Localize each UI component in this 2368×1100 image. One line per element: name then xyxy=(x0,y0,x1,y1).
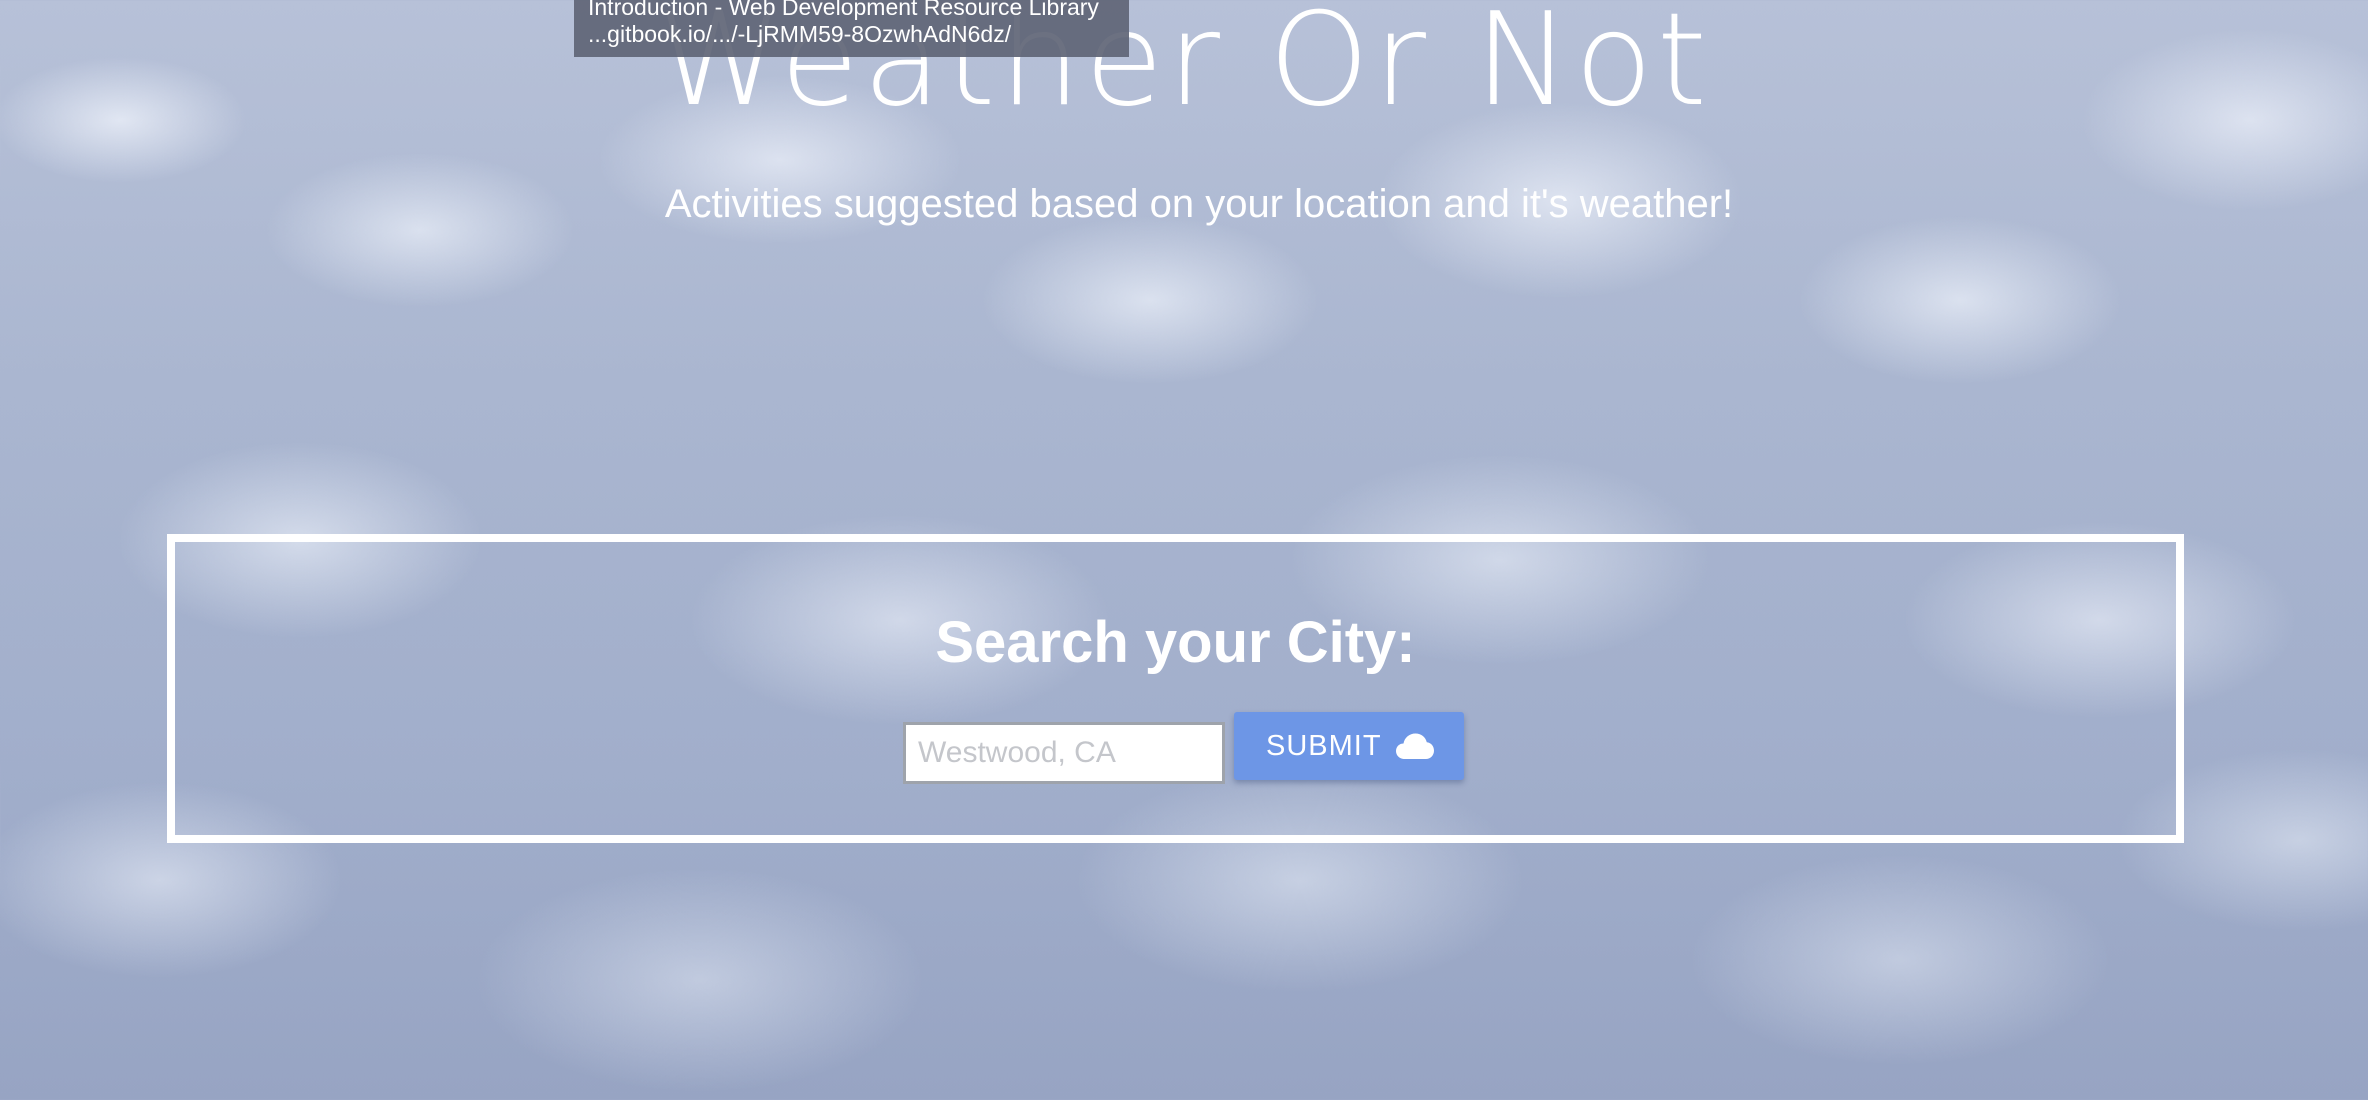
tooltip-url: ...gitbook.io/.../-LjRMM59-8OzwhAdN6dz/ xyxy=(588,21,1012,47)
link-tooltip: Introduction - Web Development Resource … xyxy=(574,0,1129,57)
search-heading: Search your City: xyxy=(935,610,1416,675)
cloud-icon xyxy=(1396,733,1434,759)
page-title: Weather Or Not xyxy=(657,0,1711,135)
page-subtitle: Activities suggested based on your locat… xyxy=(664,182,1734,226)
submit-button-label: SUBMIT xyxy=(1266,729,1382,762)
search-panel: Search your City: SUBMIT xyxy=(167,534,2184,843)
tooltip-title: Introduction - Web Development Resource … xyxy=(588,0,1099,20)
city-search-input[interactable] xyxy=(903,722,1225,784)
submit-button[interactable]: SUBMIT xyxy=(1234,712,1464,780)
